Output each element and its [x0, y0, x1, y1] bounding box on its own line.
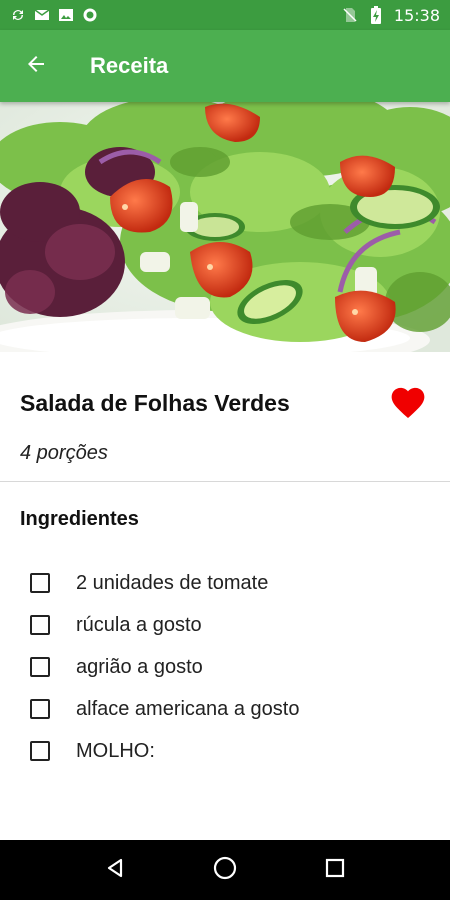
navigation-bar [0, 840, 450, 900]
ingredient-item[interactable]: rúcula a gosto [0, 604, 450, 646]
recents-square-icon [324, 857, 346, 884]
ingredient-item[interactable]: 2 unidades de tomate [0, 562, 450, 604]
ingredients-title: Ingredientes [20, 508, 139, 530]
nav-recents-button[interactable] [310, 845, 360, 895]
circle-icon [82, 7, 98, 23]
ingredient-checkbox[interactable] [30, 615, 50, 635]
ingredient-label: MOLHO: [76, 739, 155, 762]
nav-home-button[interactable] [200, 845, 250, 895]
no-sim-icon [342, 7, 358, 23]
recipe-header: Salada de Folhas Verdes [0, 370, 450, 436]
app-bar: Receita [0, 30, 450, 102]
back-triangle-icon [103, 856, 127, 885]
ingredient-item[interactable]: MOLHO: [0, 730, 450, 772]
sync-icon [10, 7, 26, 23]
ingredient-item[interactable]: alface americana a gosto [0, 688, 450, 730]
divider [0, 481, 450, 482]
ingredient-item[interactable]: agrião a gosto [0, 646, 450, 688]
back-button[interactable] [0, 30, 72, 102]
battery-charging-icon [368, 6, 384, 24]
ingredient-checkbox[interactable] [30, 699, 50, 719]
status-bar: 15:38 [0, 0, 450, 30]
recipe-image [0, 102, 450, 352]
nav-back-button[interactable] [90, 845, 140, 895]
home-circle-icon [212, 855, 238, 886]
ingredients-list: 2 unidades de tomate rúcula a gosto agri… [0, 562, 450, 772]
notification-icons [10, 7, 98, 23]
servings-text: 4 porções [20, 442, 108, 464]
ingredient-checkbox[interactable] [30, 741, 50, 761]
ingredient-label: rúcula a gosto [76, 613, 202, 636]
ingredient-checkbox[interactable] [30, 657, 50, 677]
arrow-back-icon [24, 52, 48, 81]
favorite-button[interactable] [386, 381, 430, 425]
ingredient-label: alface americana a gosto [76, 697, 300, 720]
clock: 15:38 [393, 5, 440, 25]
ingredient-checkbox[interactable] [30, 573, 50, 593]
ingredient-label: 2 unidades de tomate [76, 571, 269, 594]
system-status: 15:38 [342, 6, 440, 25]
mail-icon [34, 7, 50, 23]
image-icon [58, 7, 74, 23]
heart-icon [388, 383, 428, 424]
app-bar-title: Receita [90, 53, 169, 78]
ingredient-label: agrião a gosto [76, 655, 203, 678]
recipe-title: Salada de Folhas Verdes [20, 389, 290, 416]
